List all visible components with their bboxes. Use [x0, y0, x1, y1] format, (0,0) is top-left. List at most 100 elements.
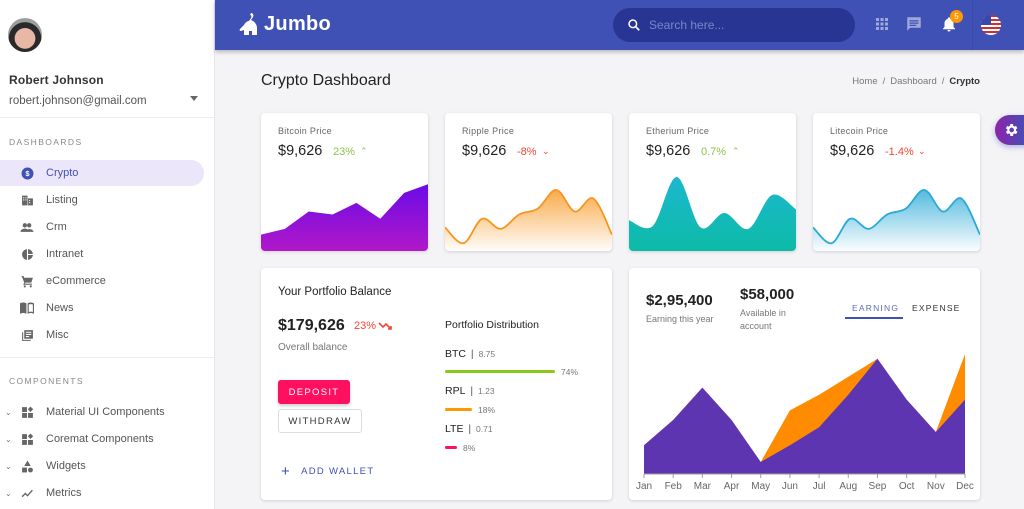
sidebar-item-label: Crypto [46, 167, 79, 179]
sidebar-item-intranet[interactable]: Intranet [0, 241, 204, 267]
sparkline [445, 189, 612, 251]
add-wallet-button[interactable]: + ADD WALLET [281, 463, 374, 480]
price-value: $9,626 [462, 143, 507, 159]
settings-button[interactable] [995, 115, 1024, 145]
distribution-title: Portfolio Distribution [445, 319, 539, 331]
distribution-bar [445, 370, 555, 373]
user-name: Robert Johnson [9, 73, 104, 87]
sidebar-item-material-ui-components[interactable]: ⌄ Material UI Components [0, 399, 204, 425]
arrow-up-icon: ⌃ [360, 146, 368, 156]
search-input[interactable] [649, 18, 839, 32]
plus-icon: + [281, 463, 292, 480]
distribution-bar [445, 408, 472, 411]
sparkline [261, 184, 428, 251]
card-title: Ripple Price [462, 126, 515, 136]
withdraw-button[interactable]: WITHDRAW [278, 409, 362, 433]
distribution-row-lte: LTE | 0.71 [445, 423, 493, 435]
breadcrumb-current: Crypto [949, 76, 980, 87]
coin-amount: 0.71 [476, 424, 493, 434]
trend-icon [20, 486, 34, 500]
sparkline-area [629, 176, 796, 251]
sparkline-area [445, 189, 612, 251]
sidebar-item-label: eCommerce [46, 275, 106, 287]
people-icon [20, 220, 34, 234]
sidebar-item-crm[interactable]: Crm [0, 214, 204, 240]
sidebar-item-coremat-components[interactable]: ⌄ Coremat Components [0, 426, 204, 452]
x-tick-label: Feb [665, 481, 683, 492]
section-components: COMPONENTS [9, 376, 84, 386]
sidebar-item-listing[interactable]: Listing [0, 187, 204, 213]
sidebar-item-label: Material UI Components [46, 406, 165, 418]
library-icon [20, 328, 34, 342]
sidebar-item-label: Intranet [46, 248, 84, 260]
sidebar-item-news[interactable]: News [0, 295, 204, 321]
book-icon [20, 301, 34, 315]
sparkline-area [813, 189, 980, 251]
brand-name: Jumbo [264, 12, 332, 35]
breadcrumb-dashboard[interactable]: Dashboard [890, 76, 936, 87]
sidebar-item-misc[interactable]: Misc [0, 322, 204, 348]
price-card-bitcoin: Bitcoin Price $9,626 23% ⌃ [261, 113, 428, 251]
price-card-litecoin: Litecoin Price $9,626 -1.4% ⌄ [813, 113, 980, 251]
chevron-down-icon: ⌄ [5, 488, 12, 498]
portfolio-change: 23% [354, 320, 377, 332]
sparkline-area [261, 184, 428, 251]
x-tick-label: Jul [813, 481, 826, 492]
x-tick-label: May [751, 481, 770, 492]
card-title: Litecoin Price [830, 126, 889, 136]
price-card-ripple: Ripple Price $9,626 -8% ⌄ [445, 113, 612, 251]
sparkline [629, 176, 796, 251]
sidebar: Robert Johnson robert.johnson@gmail.com … [0, 0, 215, 509]
sidebar-item-widgets[interactable]: ⌄ Widgets [0, 453, 204, 479]
price-change: 0.7% [701, 146, 727, 158]
sidebar-item-crypto[interactable]: $ Crypto [0, 160, 204, 186]
apps-grid-icon[interactable] [873, 15, 891, 33]
price-value: $9,626 [830, 143, 875, 159]
card-title: Etherium Price [646, 126, 710, 136]
user-email: robert.johnson@gmail.com [9, 95, 147, 107]
sidebar-item-label: Crm [46, 221, 67, 233]
avatar[interactable] [8, 18, 42, 52]
earning-area-chart: Jan Feb Mar Apr May Jun Jul Aug Sep Oct Nov Dec [636, 354, 974, 492]
us-flag-icon[interactable] [981, 15, 1001, 35]
x-tick-label: Nov [927, 481, 945, 492]
chevron-down-icon: ⌄ [5, 461, 12, 471]
price-change: -1.4% [885, 146, 914, 158]
sidebar-item-label: News [46, 302, 74, 314]
coin-amount: 8.75 [478, 349, 496, 359]
sparkline [813, 189, 980, 251]
distribution-row-rpl: RPL | 1.23 [445, 385, 495, 397]
chevron-down-icon: ⌄ [5, 407, 12, 417]
user-menu-caret-icon[interactable] [190, 96, 198, 101]
x-tick-label: Apr [724, 481, 740, 492]
distribution-percent: 18% [478, 405, 496, 415]
x-tick-label: Oct [899, 481, 915, 492]
elephant-logo-icon [239, 13, 257, 35]
page-title: Crypto Dashboard [261, 72, 391, 89]
chevron-down-icon: ⌄ [5, 434, 12, 444]
distribution-percent: 74% [561, 367, 579, 377]
portfolio-subtitle: Overall balance [278, 342, 348, 353]
x-tick-label: Dec [956, 481, 974, 492]
portfolio-balance-card: Your Portfolio Balance $179,626 23% Over… [261, 268, 612, 500]
distribution-row-btc: BTC | 8.75 [445, 348, 496, 360]
deposit-button[interactable]: DEPOSIT [278, 380, 350, 404]
sidebar-item-ecommerce[interactable]: eCommerce [0, 268, 204, 294]
widgets-icon [20, 405, 34, 419]
sidebar-item-metrics[interactable]: ⌄ Metrics [0, 480, 204, 506]
message-icon[interactable] [905, 15, 923, 33]
breadcrumb-separator: / [882, 76, 886, 87]
card-title: Your Portfolio Balance [278, 286, 392, 298]
distribution-bar [445, 446, 457, 449]
price-value: $9,626 [646, 143, 691, 159]
sidebar-item-label: Coremat Components [46, 433, 154, 445]
dollar-circle-icon: $ [20, 166, 34, 180]
x-tick-label: Mar [694, 481, 712, 492]
brand-logo[interactable]: Jumbo [239, 12, 331, 36]
search-bar[interactable] [613, 8, 855, 42]
sidebar-item-label: Metrics [46, 487, 82, 499]
arrow-down-icon: ⌄ [918, 146, 926, 156]
section-dashboards: DASHBOARDS [9, 137, 83, 147]
sidebar-item-label: Widgets [46, 460, 86, 472]
breadcrumb-home[interactable]: Home [852, 76, 877, 87]
